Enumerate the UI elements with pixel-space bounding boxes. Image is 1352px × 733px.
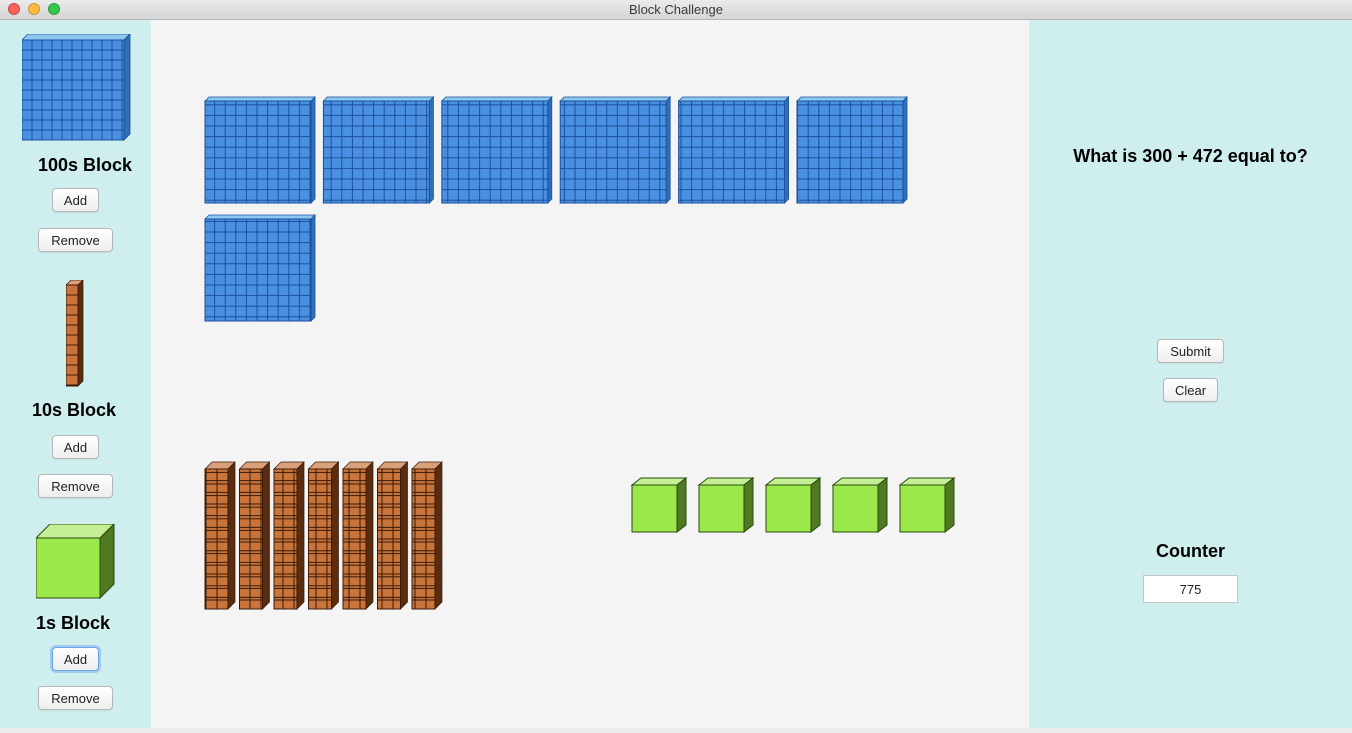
ones-group [630,476,956,534]
hundred-block[interactable] [440,96,553,204]
hundred-block[interactable] [559,96,672,204]
tens-label: 10s Block [32,400,117,420]
close-icon[interactable] [8,3,20,15]
remove-tens-button[interactable]: Remove [38,474,113,498]
workspace-canvas [204,96,956,610]
counter-label: Counter [1156,541,1225,561]
remove-ones-button[interactable]: Remove [38,686,113,710]
zoom-icon[interactable] [48,3,60,15]
hundreds-label: 100s Block [38,155,133,175]
unit-cube[interactable] [630,476,688,534]
unit-cube[interactable] [831,476,889,534]
hundred-block-icon [22,34,131,141]
ten-rod[interactable] [307,461,340,610]
ten-rod[interactable] [204,461,236,610]
add-ones-button[interactable]: Add [52,647,99,671]
add-hundreds-button[interactable]: Add [52,188,99,212]
hundred-block[interactable] [204,96,316,204]
ten-rod[interactable] [376,461,409,610]
ones-label: 1s Block [36,613,111,633]
hundred-block[interactable] [796,96,908,204]
hundred-block[interactable] [204,214,316,322]
ten-rod-icon [66,280,84,387]
ten-rod[interactable] [273,461,305,610]
submit-button[interactable]: Submit [1157,339,1224,363]
unit-cube[interactable] [697,476,755,534]
ten-rod[interactable] [411,461,443,610]
unit-cube-icon [36,524,115,600]
ten-rod[interactable] [238,461,271,610]
add-tens-button[interactable]: Add [52,435,99,459]
block-palette: 100s Block Add Remove 10s Block Add Remo… [0,20,151,728]
counter-field: 775 [1143,575,1238,603]
tens-group [204,461,443,610]
question-text: What is 300 + 472 equal to? [1073,146,1308,166]
clear-button[interactable]: Clear [1163,378,1218,402]
title-bar: Block Challenge [0,0,1352,20]
question-panel: What is 300 + 472 equal to? Submit Clear… [1029,20,1352,728]
window-controls [8,3,60,15]
minimize-icon[interactable] [28,3,40,15]
unit-cube[interactable] [898,476,956,534]
unit-cube[interactable] [764,476,822,534]
hundreds-group [204,96,908,322]
window-title: Block Challenge [629,2,723,17]
hundred-block[interactable] [677,96,790,204]
workspace [151,20,1029,728]
hundred-block[interactable] [322,96,435,204]
remove-hundreds-button[interactable]: Remove [38,228,113,252]
ten-rod[interactable] [342,461,374,610]
